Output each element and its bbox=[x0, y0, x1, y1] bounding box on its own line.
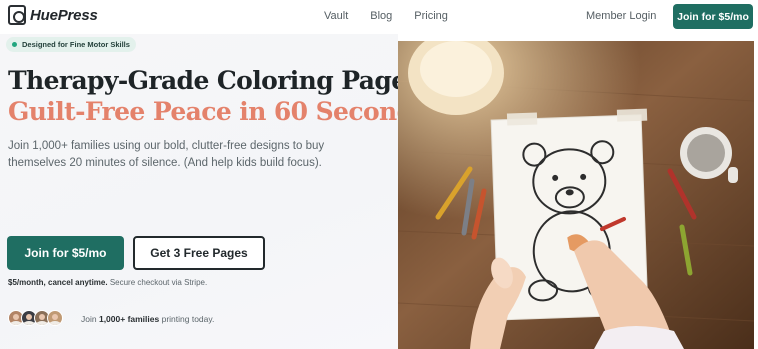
feature-badge-label: Designed for Fine Motor Skills bbox=[22, 40, 130, 49]
social-proof-prefix: Join bbox=[81, 314, 99, 324]
social-proof-text: Join 1,000+ families printing today. bbox=[81, 314, 214, 324]
feature-badge: Designed for Fine Motor Skills bbox=[6, 37, 136, 52]
fineprint-rest: Secure checkout via Stripe. bbox=[107, 278, 208, 287]
avatar-stack bbox=[8, 310, 63, 326]
nav-link-blog[interactable]: Blog bbox=[370, 10, 392, 22]
headline-highlight: Guilt-Free Peace in 60 Seconds bbox=[8, 97, 428, 126]
brand-logo[interactable]: HuePress bbox=[8, 5, 98, 25]
social-proof-suffix: printing today. bbox=[159, 314, 215, 324]
framed-image-icon bbox=[8, 5, 26, 25]
pricing-fineprint: $5/month, cancel anytime. Secure checkou… bbox=[8, 278, 207, 287]
member-login-link[interactable]: Member Login bbox=[586, 10, 656, 22]
status-dot-icon bbox=[12, 42, 17, 47]
join-button[interactable]: Join for $5/mo bbox=[7, 236, 124, 270]
top-nav: HuePress Vault Blog Pricing Member Login… bbox=[0, 0, 758, 34]
brand-name: HuePress bbox=[30, 6, 98, 24]
avatar bbox=[47, 310, 63, 326]
nav-join-button[interactable]: Join for $5/mo bbox=[673, 4, 753, 29]
hero-photo bbox=[398, 41, 754, 349]
nav-link-pricing[interactable]: Pricing bbox=[414, 10, 448, 22]
hero-description: Join 1,000+ families using our bold, clu… bbox=[8, 140, 325, 169]
free-pages-button[interactable]: Get 3 Free Pages bbox=[133, 236, 265, 270]
social-proof-count: 1,000+ families bbox=[98, 314, 160, 324]
nav-link-vault[interactable]: Vault bbox=[324, 10, 348, 22]
coloring-scene-illustration bbox=[398, 41, 754, 349]
fineprint-strong: $5/month, cancel anytime. bbox=[8, 278, 108, 287]
nav-links: Vault Blog Pricing bbox=[324, 10, 448, 22]
headline-primary: Therapy-Grade Coloring Pages. bbox=[8, 66, 429, 95]
